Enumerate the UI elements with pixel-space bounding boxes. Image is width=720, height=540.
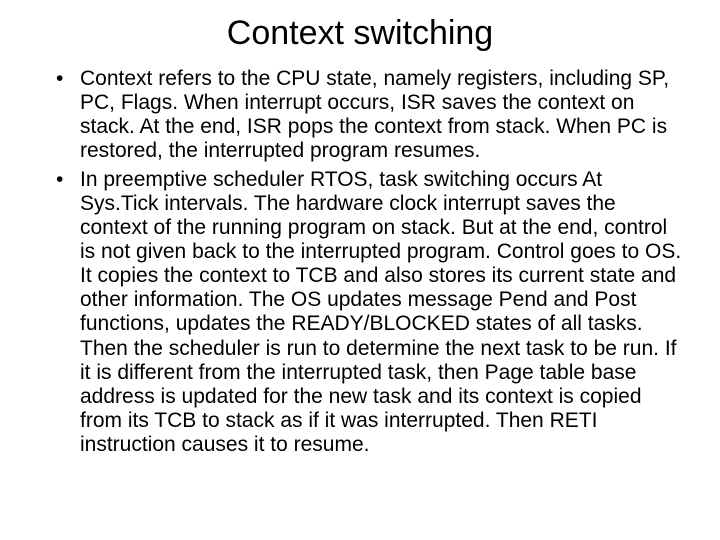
list-item: Context refers to the CPU state, namely … [52,67,684,164]
list-item: In preemptive scheduler RTOS, task switc… [52,168,684,458]
bullet-list: Context refers to the CPU state, namely … [36,67,684,457]
slide: Context switching Context refers to the … [0,0,720,540]
slide-title: Context switching [36,14,684,53]
